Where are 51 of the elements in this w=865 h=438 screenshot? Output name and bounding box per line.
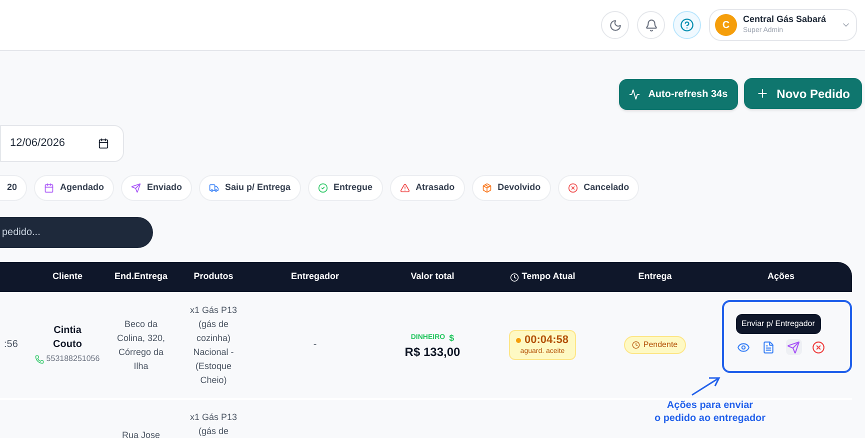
column-header: Cliente	[52, 270, 82, 284]
user-name: Central Gás Sabará	[743, 14, 828, 25]
status-filter-chip[interactable]: Agendado	[34, 175, 114, 201]
pulse-icon	[629, 89, 640, 100]
plus-icon	[756, 87, 769, 100]
status-filter-chip[interactable]: 20	[0, 175, 28, 201]
theme-toggle-button[interactable]	[601, 11, 629, 39]
date-field[interactable]: 12/06/2026	[0, 125, 124, 162]
client-name: Cintia Couto	[52, 324, 83, 352]
moon-icon	[608, 18, 622, 32]
product-list: x1 Gás P13 (gás de	[182, 410, 244, 438]
column-header: Entregador	[290, 270, 339, 284]
status-filter-chip[interactable]: Devolvido	[472, 175, 551, 201]
column-header: End.Entrega	[114, 270, 168, 284]
clock-icon	[510, 272, 519, 282]
annotation-text: Ações para enviar o pedido ao entregador	[653, 399, 767, 425]
status-filter-chip[interactable]: Atrasado	[390, 175, 465, 201]
new-order-button[interactable]: Novo Pedido	[744, 78, 862, 109]
user-avatar: C	[715, 14, 737, 36]
arrow-drawing	[689, 374, 723, 398]
calendar-icon	[98, 138, 109, 149]
order-time: :56	[4, 338, 18, 352]
status-filter-chip[interactable]: Cancelado	[558, 175, 640, 201]
status-filter-chip[interactable]: Enviado	[121, 175, 192, 201]
client-phone: 553188251056	[35, 352, 100, 366]
column-header: Ações	[767, 270, 794, 284]
help-icon	[680, 18, 694, 32]
clock-icon	[632, 341, 640, 349]
delivery-address: Beco da Colina, 320, Córrego da Ilha	[116, 318, 166, 373]
order-total: R$ 133,00	[404, 345, 460, 359]
column-header: Entrega	[638, 270, 672, 284]
notifications-button[interactable]	[637, 11, 665, 39]
phone-icon	[35, 354, 44, 364]
send-to-courier-button[interactable]	[786, 339, 802, 355]
bell-icon	[644, 18, 658, 32]
status-filter-chip[interactable]: Entregue	[308, 175, 383, 201]
column-header: Valor total	[410, 270, 454, 284]
help-button[interactable]	[673, 11, 701, 39]
search-field[interactable]: pedido...	[0, 217, 153, 248]
product-list: x1 Gás P13 (gás de cozinha) Nacional - (Estoque Cheio)	[182, 303, 244, 387]
document-button[interactable]	[760, 339, 776, 355]
cancel-button[interactable]	[810, 339, 826, 355]
column-header: Tempo Atual	[510, 270, 576, 284]
auto-refresh-button[interactable]: Auto-refresh 34s	[619, 79, 738, 110]
delivery-address: Rua Jose	[120, 429, 162, 438]
delivery-status-badge: Pendente	[624, 336, 686, 354]
dollar-sign: $	[449, 332, 454, 345]
courier-name: -	[313, 338, 317, 352]
tooltip: Enviar p/ Entregador	[736, 314, 821, 334]
column-header: Produtos	[194, 270, 234, 284]
status-filter-chip[interactable]: Saiu p/ Entrega	[199, 175, 301, 201]
